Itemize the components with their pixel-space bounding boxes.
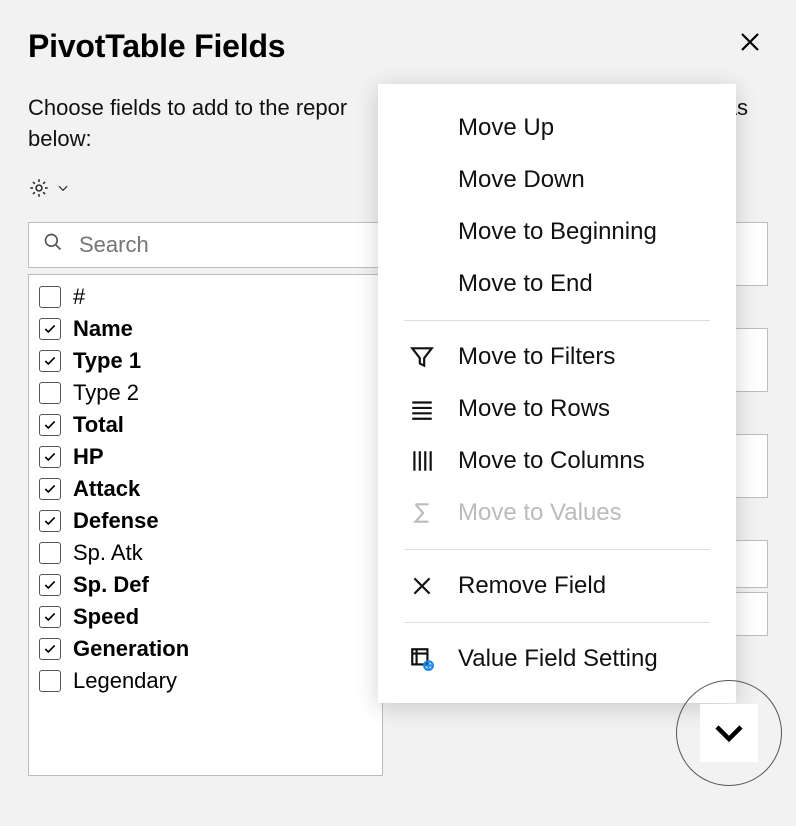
field-item[interactable]: # xyxy=(39,281,372,313)
field-label: Sp. Atk xyxy=(73,540,143,566)
field-label: Legendary xyxy=(73,668,177,694)
chevron-down-icon xyxy=(56,181,70,200)
field-checkbox[interactable] xyxy=(39,542,61,564)
field-checkbox[interactable] xyxy=(39,638,61,660)
field-item[interactable]: Attack xyxy=(39,473,372,505)
field-label: # xyxy=(73,284,85,310)
field-item[interactable]: Generation xyxy=(39,633,372,665)
field-label: HP xyxy=(73,444,104,470)
menu-value-field-settings[interactable]: Value Field Setting xyxy=(378,633,736,685)
field-item[interactable]: Type 1 xyxy=(39,345,372,377)
gear-icon xyxy=(28,177,50,204)
field-label: Speed xyxy=(73,604,139,630)
field-label: Generation xyxy=(73,636,189,662)
field-label: Sp. Def xyxy=(73,572,149,598)
menu-separator xyxy=(404,622,710,623)
field-item[interactable]: HP xyxy=(39,441,372,473)
pivottable-fields-pane: PivotTable Fields Choose fields to add t… xyxy=(0,0,796,826)
field-checkbox[interactable] xyxy=(39,574,61,596)
field-item[interactable]: Sp. Atk xyxy=(39,537,372,569)
search-input[interactable] xyxy=(77,231,369,259)
menu-move-down[interactable]: Move Down xyxy=(378,154,736,206)
pane-title: PivotTable Fields xyxy=(28,28,285,65)
menu-separator xyxy=(404,320,710,321)
remove-icon xyxy=(408,573,436,599)
columns-icon xyxy=(408,448,436,474)
menu-move-columns[interactable]: Move to Columns xyxy=(378,435,736,487)
field-search[interactable] xyxy=(28,222,383,268)
field-label: Name xyxy=(73,316,133,342)
search-icon xyxy=(43,232,63,257)
field-checkbox[interactable] xyxy=(39,350,61,372)
field-checkbox[interactable] xyxy=(39,606,61,628)
field-checkbox[interactable] xyxy=(39,478,61,500)
field-checkbox[interactable] xyxy=(39,382,61,404)
menu-move-rows[interactable]: Move to Rows xyxy=(378,383,736,435)
field-context-menu: Move Up Move Down Move to Beginning Move… xyxy=(378,84,736,703)
sigma-icon xyxy=(408,500,436,526)
close-button[interactable] xyxy=(732,28,768,62)
values-item-dropdown[interactable] xyxy=(700,704,758,762)
field-item[interactable]: Speed xyxy=(39,601,372,633)
menu-remove-field[interactable]: Remove Field xyxy=(378,560,736,612)
field-checkbox[interactable] xyxy=(39,670,61,692)
menu-move-filters[interactable]: Move to Filters xyxy=(378,331,736,383)
menu-move-up[interactable]: Move Up xyxy=(378,102,736,154)
field-item[interactable]: Defense xyxy=(39,505,372,537)
chevron-down-icon xyxy=(711,715,747,751)
field-checkbox[interactable] xyxy=(39,446,61,468)
field-label: Defense xyxy=(73,508,159,534)
field-checkbox[interactable] xyxy=(39,286,61,308)
field-list: # Name Type 1 Type 2 Total HP Attack Defense Sp.… xyxy=(28,274,383,776)
field-item[interactable]: Sp. Def xyxy=(39,569,372,601)
field-item[interactable]: Type 2 xyxy=(39,377,372,409)
field-checkbox[interactable] xyxy=(39,510,61,532)
field-checkbox[interactable] xyxy=(39,318,61,340)
field-item[interactable]: Name xyxy=(39,313,372,345)
menu-separator xyxy=(404,549,710,550)
field-item[interactable]: Legendary xyxy=(39,665,372,697)
field-label: Type 1 xyxy=(73,348,141,374)
field-label: Attack xyxy=(73,476,140,502)
menu-move-values: Move to Values xyxy=(378,487,736,539)
field-label: Type 2 xyxy=(73,380,139,406)
funnel-icon xyxy=(408,344,436,370)
menu-move-beginning[interactable]: Move to Beginning xyxy=(378,206,736,258)
field-item[interactable]: Total xyxy=(39,409,372,441)
menu-move-end[interactable]: Move to End xyxy=(378,258,736,310)
field-settings-icon xyxy=(408,646,436,672)
field-checkbox[interactable] xyxy=(39,414,61,436)
field-label: Total xyxy=(73,412,124,438)
close-icon xyxy=(738,30,762,54)
rows-icon xyxy=(408,396,436,422)
